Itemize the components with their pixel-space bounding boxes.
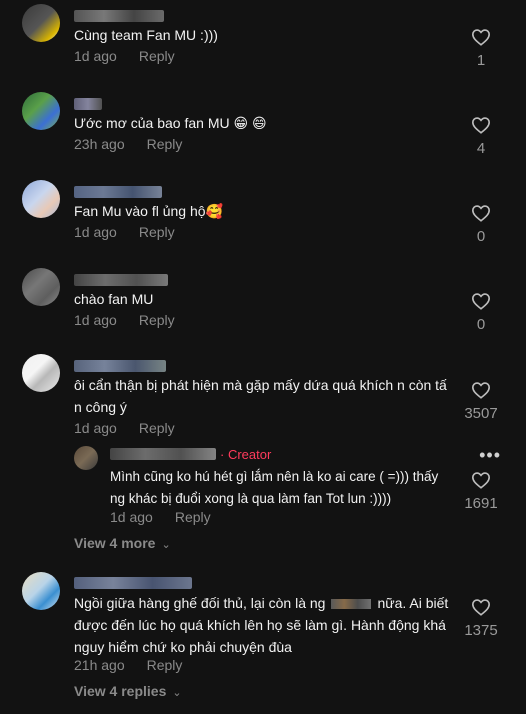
username-blurred[interactable]	[74, 98, 102, 110]
avatar[interactable]	[22, 572, 60, 610]
comment-meta: 1d ago Reply	[74, 312, 175, 328]
chevron-down-icon: ⌄	[172, 687, 182, 699]
like-count: 0	[476, 228, 486, 245]
comment-text: chào fan MU	[74, 291, 154, 307]
timestamp: 1d ago	[110, 509, 153, 525]
view-replies-button[interactable]: View 4 replies ⌄	[74, 683, 182, 699]
comment-meta: 1d ago Reply	[74, 224, 175, 240]
username-blurred[interactable]	[74, 577, 192, 589]
comment-text: Ước mơ của bao fan MU 😁 😄	[74, 115, 267, 131]
reply-button[interactable]: Reply	[139, 420, 175, 436]
reply-text-line: Mình cũng ko hú hét gì lắm nên là ko ai …	[110, 469, 439, 484]
view-more-label: View 4 more	[74, 535, 156, 551]
username-blurred[interactable]	[74, 186, 162, 198]
like-count: 3507	[464, 405, 498, 422]
like-button[interactable]: 0	[456, 204, 506, 245]
like-button[interactable]: 1691	[456, 471, 506, 512]
like-button[interactable]: 3507	[456, 381, 506, 422]
heart-icon	[471, 382, 491, 399]
like-button[interactable]: 1	[456, 28, 506, 69]
avatar[interactable]	[22, 180, 60, 218]
comment-meta: 21h ago Reply	[74, 657, 182, 673]
timestamp: 1d ago	[74, 48, 117, 64]
heart-icon	[471, 599, 491, 616]
like-count: 1375	[464, 622, 498, 639]
more-options-icon[interactable]: •••	[479, 445, 501, 466]
comment-text-part: Ngồi giữa hàng ghế đối thủ, lại còn là n…	[74, 595, 326, 611]
comment-meta: 1d ago Reply	[74, 48, 175, 64]
avatar[interactable]	[22, 354, 60, 392]
comment-text-line: nguy hiểm chứ ko phải chuyện đùa	[74, 639, 292, 655]
creator-username-blurred[interactable]	[110, 448, 216, 460]
heart-icon	[471, 29, 491, 46]
comment-text: Ngồi giữa hàng ghế đối thủ, lại còn là n…	[74, 592, 448, 658]
comment-text-line: được đến lúc họ quá khích lên họ sẽ làm …	[74, 617, 446, 633]
heart-icon	[471, 205, 491, 222]
heart-icon	[471, 117, 491, 134]
comment-text: Fan Mu vào fl ủng hộ🥰	[74, 203, 223, 219]
avatar[interactable]	[22, 92, 60, 130]
like-button[interactable]: 0	[456, 292, 506, 333]
comment-text-part: nữa. Ai biết	[377, 595, 449, 611]
comment-text: ôi cẩn thận bị phát hiện mà gặp mấy dứa …	[74, 374, 447, 418]
creator-avatar[interactable]	[74, 446, 98, 470]
comment-text-line: Ngồi giữa hàng ghế đối thủ, lại còn là n…	[74, 592, 448, 614]
comment-meta: 23h ago Reply	[74, 136, 182, 152]
avatar[interactable]	[22, 4, 60, 42]
like-count: 4	[476, 140, 486, 157]
avatar[interactable]	[22, 268, 60, 306]
reply-meta: 1d ago Reply	[110, 509, 211, 525]
like-count: 0	[476, 316, 486, 333]
like-button[interactable]: 4	[456, 116, 506, 157]
reply-text-line: ng khác bị đuổi xong là qua làm fan Tot …	[110, 491, 392, 506]
timestamp: 1d ago	[74, 224, 117, 240]
reply-button[interactable]: Reply	[139, 48, 175, 64]
reply-text: Mình cũng ko hú hét gì lắm nên là ko ai …	[110, 466, 438, 510]
timestamp: 1d ago	[74, 420, 117, 436]
blurred-word	[331, 599, 372, 610]
reply-button[interactable]: Reply	[147, 657, 183, 673]
heart-icon	[471, 293, 491, 310]
comment-text-line: ôi cẩn thận bị phát hiện mà gặp mấy dứa …	[74, 377, 447, 393]
creator-badge: · Creator	[220, 447, 272, 462]
like-count: 1691	[464, 495, 498, 512]
reply-button[interactable]: Reply	[139, 312, 175, 328]
comment-text-line: n công ý	[74, 399, 127, 415]
timestamp: 23h ago	[74, 136, 125, 152]
username-blurred[interactable]	[74, 360, 166, 372]
reply-button[interactable]: Reply	[175, 509, 211, 525]
comment-meta: 1d ago Reply	[74, 420, 175, 436]
timestamp: 1d ago	[74, 312, 117, 328]
heart-icon	[471, 472, 491, 489]
view-more-replies-button[interactable]: View 4 more ⌄	[74, 535, 171, 551]
reply-button[interactable]: Reply	[139, 224, 175, 240]
username-blurred[interactable]	[74, 10, 164, 22]
comment-text: Cùng team Fan MU :)))	[74, 27, 218, 43]
reply-button[interactable]: Reply	[147, 136, 183, 152]
view-replies-label: View 4 replies	[74, 683, 167, 699]
like-button[interactable]: 1375	[456, 598, 506, 639]
timestamp: 21h ago	[74, 657, 125, 673]
chevron-down-icon: ⌄	[161, 539, 171, 551]
like-count: 1	[476, 52, 486, 69]
username-blurred[interactable]	[74, 274, 168, 286]
